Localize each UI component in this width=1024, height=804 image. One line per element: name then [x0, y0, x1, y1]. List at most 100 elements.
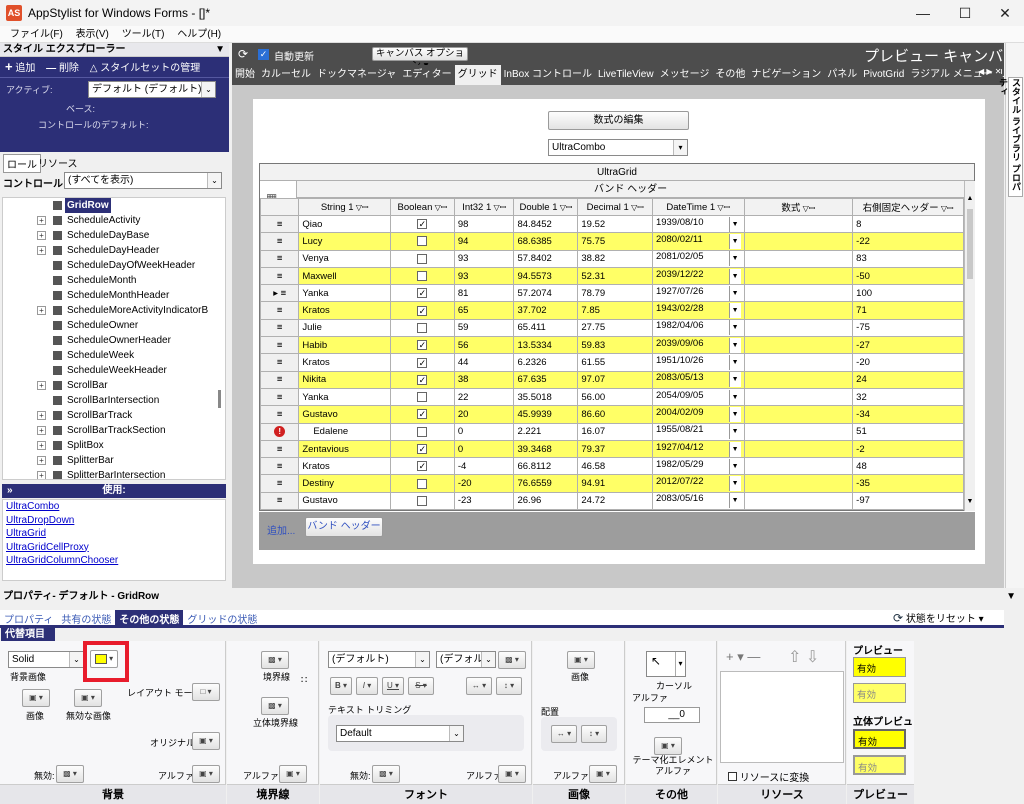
grid-cell[interactable]	[743, 301, 854, 320]
filter-icon[interactable]: ▽ꟷ	[491, 203, 506, 212]
maximize-icon[interactable]: ☐	[950, 4, 980, 22]
grid-row[interactable]: ▸ ≡ Yanka ✓ 81 57.2074 78.79 ▼ 1927/07/26 100	[259, 284, 964, 303]
grid-cell[interactable]	[389, 249, 455, 268]
triangle-icon[interactable]: △	[90, 63, 98, 74]
row-selector[interactable]: ≡	[259, 214, 300, 234]
tree-item[interactable]: + ScheduleDayBase	[3, 228, 225, 243]
strike-button[interactable]: S ▾	[408, 677, 434, 695]
boolean-checkbox[interactable]	[417, 392, 428, 403]
tree-item[interactable]: ScheduleMonth	[3, 273, 225, 288]
chevron-down-icon[interactable]: ⌄	[415, 652, 429, 667]
cursor-button[interactable]: ↖ ▾	[646, 651, 686, 677]
delete-icon[interactable]: —	[46, 63, 56, 74]
uses-link[interactable]: UltraCombo	[3, 500, 225, 514]
convert-resource-checkbox[interactable]	[728, 772, 737, 781]
dropdown-icon[interactable]: ▼	[728, 233, 741, 249]
grid-cell[interactable]: 97.07	[577, 370, 653, 389]
tab-item[interactable]: LiveTileView	[595, 65, 657, 85]
image-button[interactable]: ▣ ▾	[567, 651, 595, 669]
column-header[interactable]: String 1 ▽ꟷ	[298, 198, 391, 216]
grid-cell[interactable]: Julie	[298, 318, 391, 338]
menu-view[interactable]: 表示(V)	[76, 26, 109, 43]
grid-cell[interactable]: ▼ 1955/08/21	[651, 422, 745, 441]
column-header[interactable]: Decimal 1 ▽ꟷ	[577, 198, 653, 216]
row-selector[interactable]: ≡	[259, 387, 300, 407]
original-button[interactable]: ▣ ▾	[192, 732, 220, 750]
boolean-checkbox[interactable]: ✓	[417, 443, 428, 454]
grid-cell[interactable]: 38.82	[577, 249, 653, 268]
column-header[interactable]: Int32 1 ▽ꟷ	[453, 198, 515, 216]
grid-cell[interactable]: 8	[852, 214, 964, 234]
grid-cell[interactable]: ▼ 1982/05/29	[651, 457, 745, 476]
boolean-checkbox[interactable]: ✓	[417, 219, 428, 230]
grid-cell[interactable]: Gustavo	[298, 405, 391, 424]
row-selector[interactable]: ≡	[259, 336, 300, 355]
scroll-down-icon[interactable]: ▼	[965, 498, 975, 505]
dropdown-icon[interactable]: ▼	[728, 285, 741, 301]
tab-scroll-arrows-icon[interactable]: ◀ ▶ ✕	[978, 67, 1001, 76]
tree-item[interactable]: ScheduleMonthHeader	[3, 288, 225, 303]
grid-row[interactable]: ≡ Qiao ✓ 98 84.8452 19.52 ▼ 1939/08/10 8	[259, 214, 964, 234]
border-button[interactable]: ▩ ▾	[261, 651, 289, 669]
grid-cell[interactable]: ✓	[389, 353, 455, 372]
tree-item[interactable]: ScheduleOwner	[3, 318, 225, 333]
grid-row[interactable]: ≡ Kratos ✓ 44 6.2326 61.55 ▼ 1951/10/26 -20	[259, 353, 964, 372]
column-header[interactable]: Double 1 ▽ꟷ	[513, 198, 579, 216]
disabled-button[interactable]: ▩ ▾	[56, 765, 84, 783]
scroll-up-icon[interactable]: ▲	[965, 195, 975, 202]
grid-cell[interactable]: -20	[453, 474, 515, 493]
grid-cell[interactable]: 98	[453, 214, 515, 234]
boolean-checkbox[interactable]: ✓	[417, 409, 428, 420]
grid-cell[interactable]: 48	[852, 457, 964, 476]
menu-file[interactable]: ファイル(F)	[10, 26, 63, 43]
tab-item[interactable]: InBox コントロール	[501, 65, 595, 85]
dropdown-icon[interactable]: ▼	[728, 320, 741, 336]
grid-cell[interactable]: ▼ 1982/04/06	[651, 318, 745, 338]
image-button[interactable]: ▣ ▾	[22, 689, 50, 707]
grid-cell[interactable]: 59.83	[577, 336, 653, 355]
uses-link[interactable]: UltraGrid	[3, 527, 225, 541]
row-selector[interactable]: ≡	[259, 353, 300, 372]
column-header[interactable]: DateTime 1 ▽ꟷ	[651, 198, 745, 216]
grid-cell[interactable]: 19.52	[577, 214, 653, 234]
chevron-down-icon[interactable]: ▾	[675, 652, 685, 676]
grid-cell[interactable]: 45.9939	[513, 405, 579, 424]
refresh-icon[interactable]: ⟳	[893, 611, 903, 625]
chevron-down-icon[interactable]: ⌄	[481, 652, 495, 667]
grid-cell[interactable]	[743, 214, 854, 234]
color-picker-button[interactable]: ▾	[90, 650, 118, 668]
grid-row[interactable]: ≡ Zentavious ✓ 0 39.3468 79.37 ▼ 1927/04/12 -2	[259, 439, 964, 459]
grid-cell[interactable]: Destiny	[298, 474, 391, 493]
column-header[interactable]: Boolean ▽ꟷ	[389, 198, 455, 216]
boolean-checkbox[interactable]	[417, 322, 428, 333]
grid-cell[interactable]: Habib	[298, 336, 391, 355]
dropdown-icon[interactable]: ▼	[728, 303, 741, 319]
dropdown-icon[interactable]: ▼	[728, 493, 741, 509]
grid-cell[interactable]: 93	[453, 249, 515, 268]
grid-cell[interactable]	[389, 266, 455, 286]
boolean-checkbox[interactable]	[417, 271, 428, 282]
row-selector[interactable]: !	[259, 422, 300, 441]
grid-cell[interactable]: 16.07	[577, 422, 653, 441]
row-selector[interactable]: ≡	[259, 439, 300, 459]
alpha-button[interactable]: ▣ ▾	[279, 765, 307, 783]
grid-row[interactable]: ≡ Yanka 22 35.5018 56.00 ▼ 2054/09/05 32	[259, 387, 964, 407]
boolean-checkbox[interactable]: ✓	[417, 461, 428, 472]
grid-cell[interactable]: ▼ 2012/07/22	[651, 474, 745, 493]
grid-cell[interactable]: Qiao	[298, 214, 391, 234]
grid-cell[interactable]: 65.411	[513, 318, 579, 338]
grid-cell[interactable]: ▼ 1943/02/28	[651, 301, 745, 320]
filter-icon[interactable]: ▽ꟷ	[432, 203, 448, 212]
style-library-properties-tab[interactable]: スタイル ライブラリ プロパティ	[998, 77, 1023, 197]
grid-cell[interactable]	[389, 491, 455, 511]
chevron-down-icon[interactable]: ⌄	[69, 652, 83, 667]
tree-item[interactable]: + SplitterBarIntersection	[3, 468, 225, 479]
row-selector[interactable]: ≡	[259, 266, 300, 286]
dropdown-icon[interactable]: ▼	[728, 337, 741, 353]
tab-item[interactable]: カルーセル	[258, 65, 314, 85]
grid-cell[interactable]: 56	[453, 336, 515, 355]
grid-row[interactable]: ≡ Kratos ✓ 65 37.702 7.85 ▼ 1943/02/28 71	[259, 301, 964, 320]
tree-item[interactable]: ScheduleWeekHeader	[3, 363, 225, 378]
grid-cell[interactable]: 94.5573	[513, 266, 579, 286]
grid-cell[interactable]	[743, 457, 854, 476]
